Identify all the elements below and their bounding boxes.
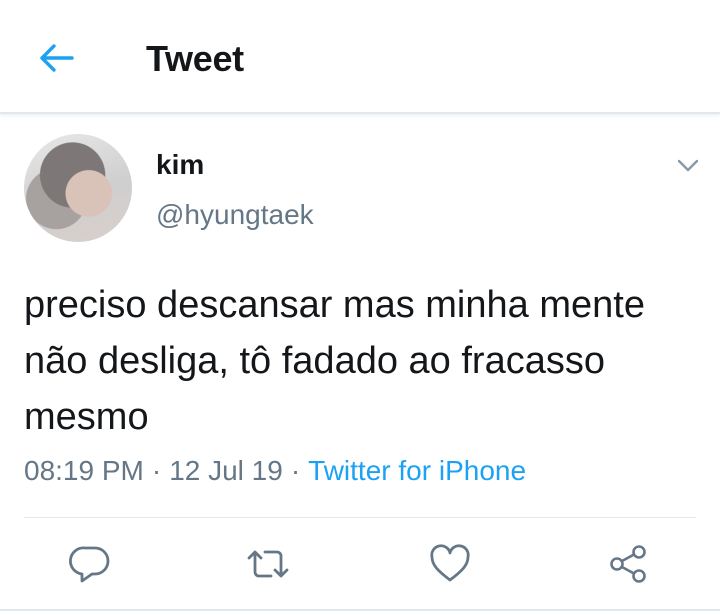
back-button[interactable] [34,38,78,78]
retweet-button[interactable] [242,538,294,590]
page-title: Tweet [146,38,244,79]
share-icon [610,545,646,583]
meta-separator: · [290,455,301,486]
author-handle[interactable]: @hyungtaek [156,199,314,231]
tweet-date: 12 Jul 19 [169,455,283,486]
reply-icon [69,546,110,583]
meta-separator: · [151,455,162,486]
tweet-actions [0,538,720,590]
back-arrow-icon [40,44,74,72]
bottom-divider [0,609,720,611]
heart-icon [430,544,470,582]
app-header: Tweet [0,0,720,114]
share-button[interactable] [602,538,654,590]
like-button[interactable] [424,538,476,590]
tweet-meta: 08:19 PM · 12 Jul 19 · Twitter for iPhone [24,455,526,487]
author-name[interactable]: kim [156,149,204,181]
divider [24,517,696,518]
tweet-time: 08:19 PM [24,455,144,486]
reply-button[interactable] [64,538,116,590]
more-options-button[interactable] [672,150,704,182]
tweet-source-link[interactable]: Twitter for iPhone [308,455,526,486]
chevron-down-icon [677,159,699,172]
retweet-icon [247,550,289,578]
avatar[interactable] [24,134,132,242]
tweet-text: preciso descansar mas minha mente não de… [24,284,645,438]
